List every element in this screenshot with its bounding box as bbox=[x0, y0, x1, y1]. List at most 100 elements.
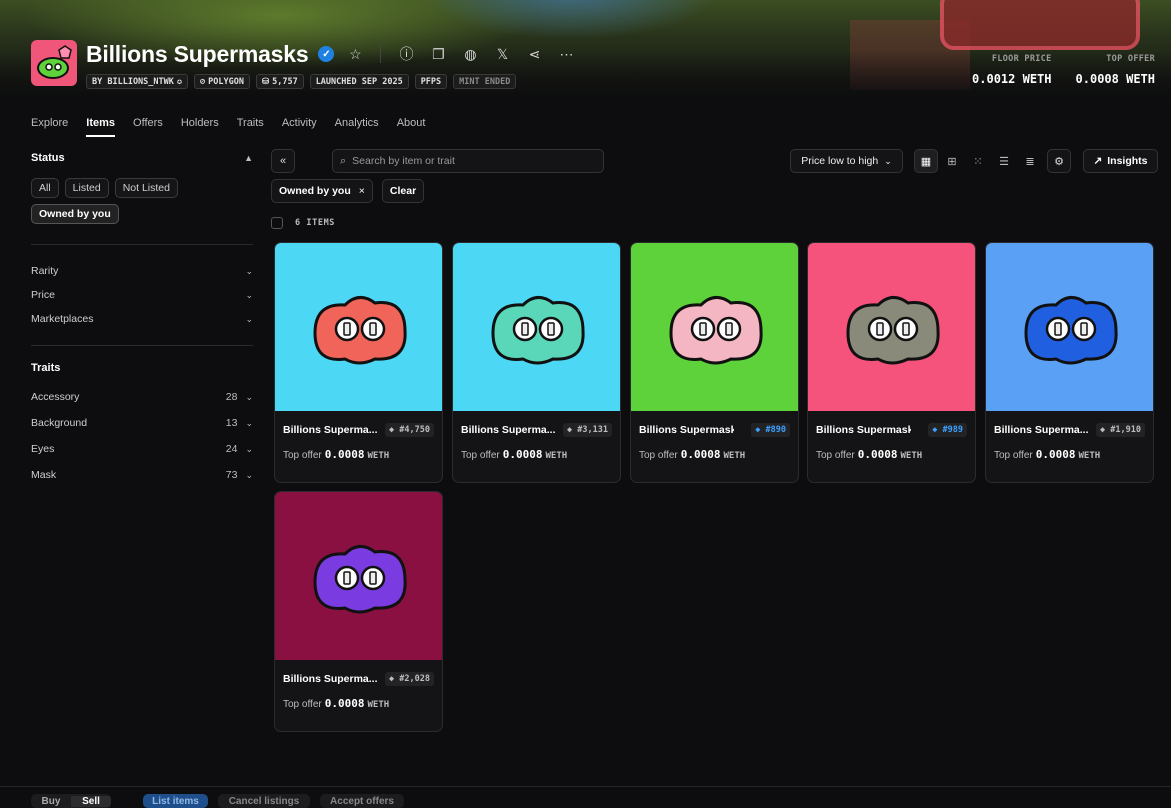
link-icon: ⊘ bbox=[200, 76, 206, 87]
nft-card[interactable]: Billions Superma... ◆ #2,028 Top offer 0.00… bbox=[274, 491, 443, 732]
select-all-checkbox[interactable] bbox=[271, 217, 283, 229]
search-input[interactable] bbox=[352, 155, 593, 167]
copy-icon[interactable]: ❐ bbox=[427, 43, 449, 65]
diamond-icon: ◆ bbox=[932, 425, 938, 435]
rarity-rank: ◆ #3,131 bbox=[563, 423, 612, 437]
category-chip[interactable]: PFPS bbox=[414, 74, 448, 89]
supply-chip: ⛁ 5,757 bbox=[255, 74, 304, 89]
creator-chip[interactable]: BY BILLIONS_NTWK ✪ bbox=[86, 74, 189, 89]
rarity-rank: ◆ #4,750 bbox=[385, 423, 434, 437]
buy-tab[interactable]: Buy bbox=[31, 796, 71, 807]
nft-card[interactable]: Billions Superma... ◆ #1,910 Top offer 0.00… bbox=[985, 242, 1154, 483]
trait-eyes[interactable]: Eyes 24 ⌄ bbox=[31, 436, 253, 462]
nft-name: Billions Supermask... bbox=[639, 424, 734, 436]
info-icon[interactable]: ⓘ bbox=[395, 43, 417, 65]
settings-gear-icon[interactable]: ⚙ bbox=[1047, 149, 1071, 173]
tab-traits[interactable]: Traits bbox=[237, 117, 264, 137]
clear-filters-button[interactable]: Clear bbox=[381, 179, 425, 203]
chevron-down-icon: ⌄ bbox=[245, 443, 253, 454]
nft-card[interactable]: Billions Superma... ◆ #3,131 Top offer 0.00… bbox=[452, 242, 621, 483]
cancel-listings-button[interactable]: Cancel listings bbox=[218, 794, 310, 808]
nft-name: Billions Superma... bbox=[283, 673, 378, 685]
trait-accessory[interactable]: Accessory 28 ⌄ bbox=[31, 384, 253, 410]
mask-body bbox=[1024, 296, 1118, 365]
nft-image[interactable] bbox=[986, 243, 1153, 411]
status-listed[interactable]: Listed bbox=[64, 178, 109, 198]
diamond-icon: ◆ bbox=[389, 674, 395, 684]
left-pupil bbox=[521, 322, 529, 336]
grid-small-icon[interactable]: ⁙ bbox=[966, 149, 990, 173]
items-count: 6 ITEMS bbox=[295, 218, 336, 228]
nft-name: Billions Supermask... bbox=[816, 424, 911, 436]
status-all[interactable]: All bbox=[31, 178, 59, 198]
tab-explore[interactable]: Explore bbox=[31, 117, 68, 137]
rarity-rank: ◆ #1,910 bbox=[1096, 423, 1145, 437]
share-icon[interactable]: ⋖ bbox=[523, 43, 545, 65]
close-icon[interactable]: × bbox=[359, 185, 365, 197]
chevron-down-icon: ⌄ bbox=[245, 313, 253, 324]
status-owned-by-you[interactable]: Owned by you bbox=[31, 204, 119, 224]
x-twitter-icon[interactable]: 𝕏 bbox=[491, 43, 513, 65]
nft-card[interactable]: Billions Supermask... ◆ #989 Top offer0.00… bbox=[807, 242, 976, 483]
tab-analytics[interactable]: Analytics bbox=[335, 117, 379, 137]
nft-image[interactable] bbox=[453, 243, 620, 411]
left-pupil bbox=[699, 322, 707, 336]
globe-icon[interactable]: ◍ bbox=[459, 43, 481, 65]
insights-button[interactable]: ↗ Insights bbox=[1083, 149, 1158, 173]
table-icon[interactable]: ≣ bbox=[1018, 149, 1042, 173]
diamond-icon: ◆ bbox=[755, 425, 761, 435]
sort-dropdown[interactable]: Price low to high ⌄ bbox=[790, 149, 903, 173]
chevron-up-icon[interactable]: ▲ bbox=[244, 153, 253, 163]
chevron-down-icon: ⌄ bbox=[245, 265, 253, 276]
nft-image[interactable] bbox=[275, 492, 442, 660]
collection-logo bbox=[31, 40, 77, 86]
tab-activity[interactable]: Activity bbox=[282, 117, 317, 137]
rarity-rank: ◆ #890 bbox=[751, 423, 790, 437]
traits-section-header: Traits bbox=[31, 362, 61, 374]
bottom-action-bar: Buy Sell List items Cancel listings Acce… bbox=[0, 786, 1171, 808]
top-offer: Top offer 0.0008 WETH bbox=[994, 448, 1101, 461]
grid-large-icon[interactable]: ▦ bbox=[914, 149, 938, 173]
verified-icon: ✓ bbox=[318, 46, 335, 62]
nft-name: Billions Superma... bbox=[283, 424, 378, 436]
chevron-down-icon: ⌄ bbox=[884, 155, 892, 166]
nft-image[interactable] bbox=[808, 243, 975, 411]
status-section-header[interactable]: Status ▲ bbox=[31, 150, 253, 166]
status-not-listed[interactable]: Not Listed bbox=[114, 178, 178, 198]
nft-image[interactable] bbox=[631, 243, 798, 411]
tab-offers[interactable]: Offers bbox=[133, 117, 163, 137]
nft-card[interactable]: Billions Supermask... ◆ #890 Top offer0.00… bbox=[630, 242, 799, 483]
filter-rarity[interactable]: Rarity ⌄ bbox=[31, 259, 253, 283]
stack-icon: ⛁ bbox=[261, 76, 270, 87]
diamond-icon: ◆ bbox=[567, 425, 573, 435]
list-items-button[interactable]: List items bbox=[143, 794, 208, 808]
more-icon[interactable]: ⋯ bbox=[555, 43, 577, 65]
collection-tabs: Explore Items Offers Holders Traits Acti… bbox=[31, 117, 425, 137]
nft-image[interactable] bbox=[275, 243, 442, 411]
nft-name: Billions Superma... bbox=[461, 424, 556, 436]
sell-tab[interactable]: Sell bbox=[71, 796, 111, 807]
floor-price-stat: FLOOR PRICE 0.0012 WETH bbox=[972, 54, 1052, 86]
filter-price[interactable]: Price ⌄ bbox=[31, 283, 253, 307]
tab-items[interactable]: Items bbox=[86, 117, 116, 137]
chevron-down-icon: ⌄ bbox=[245, 469, 253, 480]
top-offer: Top offer 0.0008 WETH bbox=[461, 448, 568, 461]
tab-holders[interactable]: Holders bbox=[181, 117, 219, 137]
active-filter-owned[interactable]: Owned by you × bbox=[271, 179, 373, 203]
star-icon[interactable]: ☆ bbox=[344, 43, 366, 65]
trait-background[interactable]: Background 13 ⌄ bbox=[31, 410, 253, 436]
filter-marketplaces[interactable]: Marketplaces ⌄ bbox=[31, 307, 253, 331]
nft-card[interactable]: Billions Superma... ◆ #4,750 Top offer 0.00… bbox=[274, 242, 443, 483]
tab-about[interactable]: About bbox=[397, 117, 426, 137]
list-icon[interactable]: ☰ bbox=[992, 149, 1016, 173]
accept-offers-button[interactable]: Accept offers bbox=[320, 794, 404, 808]
diamond-icon: ◆ bbox=[1100, 425, 1106, 435]
left-pupil bbox=[343, 322, 351, 336]
collapse-sidebar-button[interactable]: « bbox=[271, 149, 295, 173]
mask-body bbox=[669, 296, 763, 365]
trait-mask[interactable]: Mask 73 ⌄ bbox=[31, 462, 253, 488]
grid-medium-icon[interactable]: ⊞ bbox=[940, 149, 964, 173]
search-box[interactable]: ⌕ bbox=[332, 149, 604, 173]
right-pupil bbox=[369, 571, 377, 585]
chain-chip[interactable]: ⊘ POLYGON bbox=[194, 74, 250, 89]
